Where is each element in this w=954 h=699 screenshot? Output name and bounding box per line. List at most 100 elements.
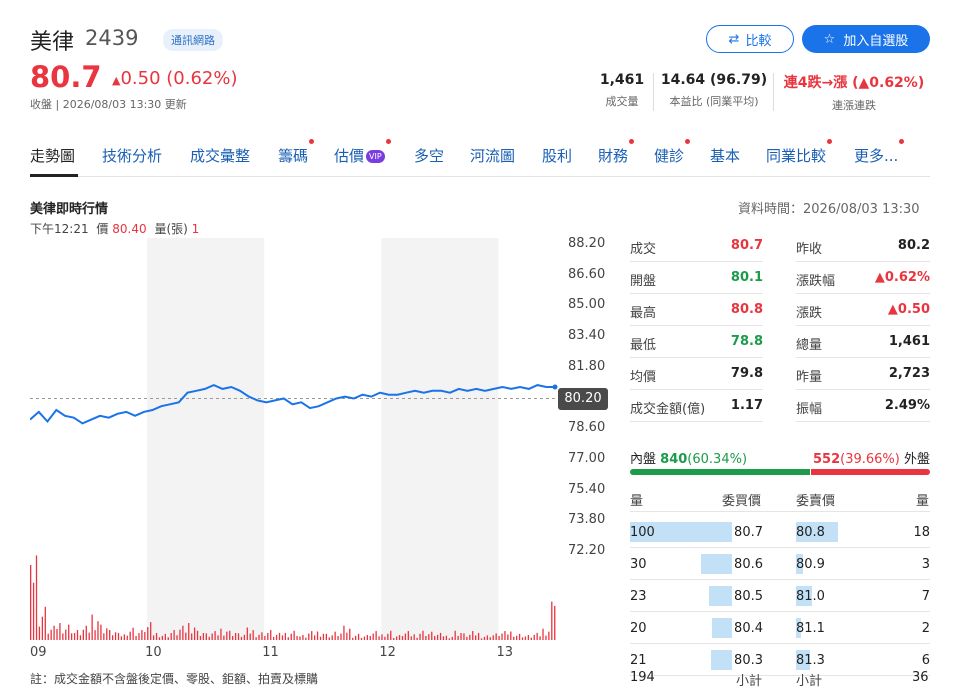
intraday-chart[interactable] — [30, 238, 560, 640]
quote-label: 總量 — [796, 338, 823, 353]
quote-label: 均價 — [630, 370, 657, 385]
tab-trades[interactable]: 成交彙整 — [190, 145, 250, 166]
tab-valuation[interactable]: 估價 VIP — [334, 139, 391, 166]
volume-bar — [164, 633, 166, 640]
x-tick-label: 11 — [262, 645, 279, 660]
tab-trend[interactable]: 走勢圖 — [30, 145, 75, 166]
tab-label: 成交彙整 — [190, 147, 251, 165]
volume-bar — [366, 635, 368, 640]
volume-bar — [413, 634, 415, 640]
data-time: 資料時間：2026/08/03 13:30 — [738, 202, 920, 217]
quote-label: 昨量 — [796, 370, 823, 385]
quote-label: 成交 — [630, 242, 657, 257]
quote-value: ▲0.50 — [887, 302, 930, 317]
stat-streak-label: 連漲連跌 — [832, 99, 876, 112]
volume-bar — [548, 631, 550, 640]
volume-bar — [243, 634, 246, 640]
x-tick-label: 10 — [145, 645, 162, 660]
volume-bar — [445, 635, 448, 640]
volume-bar — [179, 629, 181, 640]
volume-bar — [214, 631, 216, 640]
compare-icon: ⇄ — [728, 31, 740, 47]
bid-price: 80.5 — [734, 589, 763, 604]
quote-label: 昨收 — [796, 242, 823, 257]
inside-ratio-bar — [630, 469, 810, 475]
volume-bar — [518, 633, 521, 640]
volume-bar — [480, 638, 483, 640]
stat-pe-label: 本益比 (同業平均) — [669, 95, 759, 108]
inside-pct: (60.34%) — [687, 452, 748, 467]
volume-bar — [463, 633, 465, 640]
volume-bar — [451, 636, 453, 640]
order-row: 30 80.6 80.9 3 — [630, 548, 930, 580]
star-icon: ☆ — [823, 31, 836, 47]
volume-bar — [68, 624, 70, 640]
price-change: ▲0.50 (0.62%) — [112, 68, 238, 89]
order-row: 20 80.4 81.1 2 — [630, 612, 930, 644]
volume-bar — [316, 631, 319, 640]
ask-price: 80.9 — [796, 557, 825, 572]
tab-long-short[interactable]: 多空 — [414, 145, 444, 166]
volume-bar — [372, 633, 374, 640]
volume-bar — [349, 628, 351, 640]
bid-depth-bar — [711, 618, 732, 638]
tab-chips[interactable]: 籌碼 — [278, 139, 315, 166]
volume-bar — [111, 635, 114, 640]
volume-bar — [542, 628, 544, 640]
tab-more[interactable]: 更多... — [854, 139, 905, 166]
tab-peer-compare[interactable]: 同業比較 — [766, 139, 833, 166]
volume-bar — [70, 633, 73, 640]
volume-bar — [431, 631, 433, 640]
volume-bar — [401, 636, 404, 640]
quote-label: 成交金額(億) — [630, 402, 706, 417]
volume-bar — [270, 630, 272, 640]
volume-bar — [492, 635, 494, 640]
tab-bar: 走勢圖 技術分析 成交彙整 籌碼 估價 VIP 多空 河流圖 股利 財務 健診 基… — [30, 139, 930, 177]
tab-dividend[interactable]: 股利 — [542, 145, 572, 166]
quote-value: 1,461 — [888, 334, 930, 349]
divider — [653, 73, 654, 111]
sector-tag[interactable]: 通訊網路 — [163, 29, 223, 51]
tab-label: 多空 — [414, 147, 445, 165]
volume-bar — [249, 633, 251, 640]
volume-bar — [123, 634, 125, 640]
y-tick-label: 75.40 — [568, 481, 606, 497]
quote-row: 最高 80.8 漲跌 ▲0.50 — [630, 294, 930, 326]
tab-label: 更多... — [854, 147, 899, 165]
tab-finance[interactable]: 財務 — [598, 139, 635, 166]
volume-bar — [109, 630, 111, 640]
quote-value: 80.2 — [897, 238, 930, 253]
y-tick-label: 85.00 — [568, 297, 606, 313]
add-watchlist-label: 加入自選股 — [843, 33, 909, 49]
volume-bar — [120, 636, 123, 640]
volume-bar — [191, 633, 193, 640]
tab-river[interactable]: 河流圖 — [470, 145, 515, 166]
tab-technical[interactable]: 技術分析 — [102, 145, 162, 166]
notification-dot — [899, 139, 905, 144]
ask-vol-header: 量 — [916, 494, 930, 509]
volume-bar — [337, 636, 339, 640]
volume-bar — [498, 636, 500, 640]
bid-total-label: 小計 — [736, 674, 763, 689]
volume-bar — [322, 633, 325, 640]
bid-depth-bar — [710, 650, 732, 670]
quote-value: 2,723 — [888, 366, 930, 381]
volume-bar — [454, 630, 456, 640]
volume-bar — [539, 636, 541, 640]
volume-bar — [182, 625, 184, 640]
volume-bar — [129, 631, 131, 640]
tab-basic[interactable]: 基本 — [710, 145, 740, 166]
quote-label: 漲跌 — [796, 306, 823, 321]
compare-button[interactable]: ⇄ 比較 — [706, 25, 794, 53]
volume-bar — [554, 605, 556, 640]
volume-bar — [384, 636, 386, 640]
tab-diagnosis[interactable]: 健診 — [654, 139, 691, 166]
volume-bar — [439, 632, 442, 640]
volume-bar — [460, 633, 462, 640]
volume-bar — [252, 630, 254, 640]
volume-bar — [44, 606, 46, 640]
volume-bar — [527, 635, 530, 640]
quote-value: 2.49% — [884, 398, 930, 413]
add-watchlist-button[interactable]: ☆ 加入自選股 — [802, 25, 930, 53]
quote-label: 漲跌幅 — [796, 274, 836, 289]
